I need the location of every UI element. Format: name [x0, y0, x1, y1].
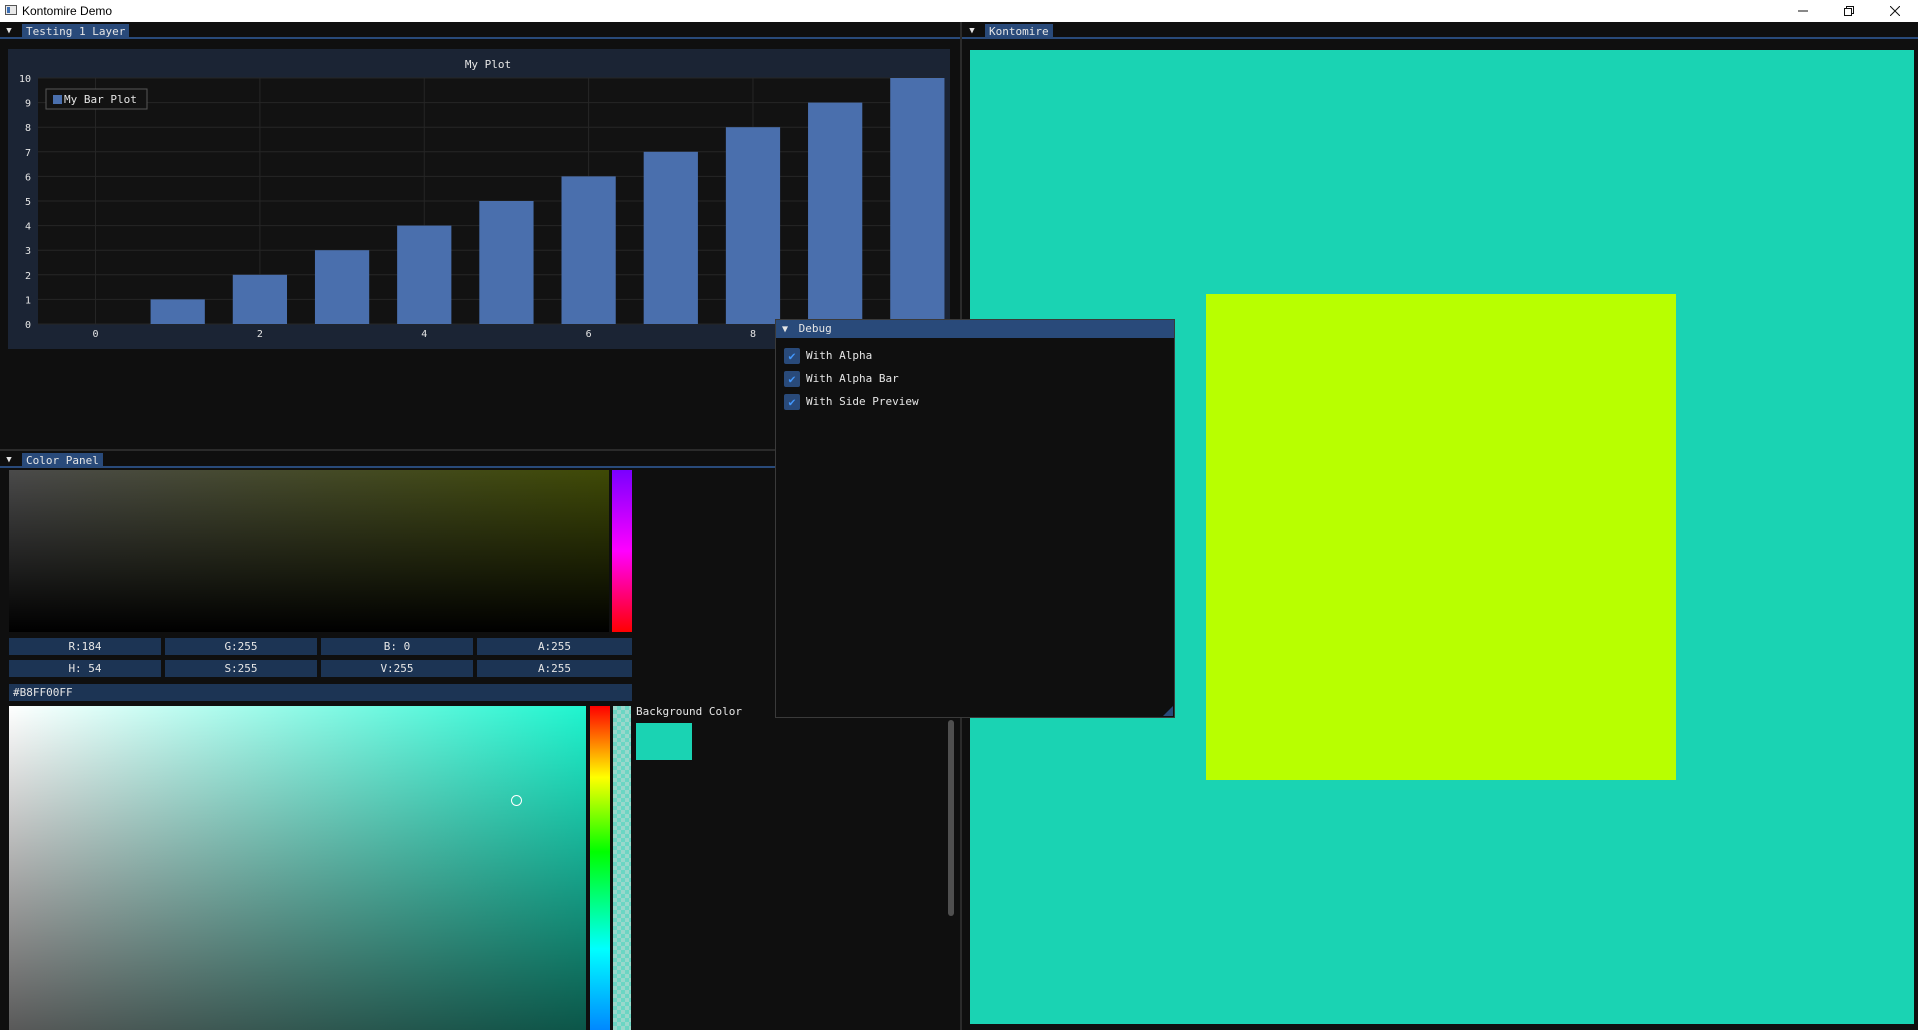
- y-tick-label: 0: [25, 320, 31, 331]
- s-field[interactable]: S:255: [165, 660, 317, 677]
- with-alpha-bar-label: With Alpha Bar: [806, 372, 899, 385]
- r-field[interactable]: R:184: [9, 638, 161, 655]
- debug-window[interactable]: ▼ Debug ✔ With Alpha ✔ With Alpha Bar ✔ …: [775, 319, 1175, 718]
- close-icon: [1890, 6, 1900, 16]
- bar[interactable]: [150, 299, 205, 324]
- y-tick-label: 1: [25, 295, 31, 306]
- bar-chart[interactable]: 0 1 2 3 4 5 6 7 8 9 10 0 2 4 6 8 My Bar Plot: [0, 0, 960, 360]
- hue-bar[interactable]: [590, 706, 610, 1030]
- x-tick-label: 6: [586, 329, 592, 340]
- hue-bar-dim[interactable]: [612, 470, 632, 632]
- kontomire-panel-tabbar: [962, 22, 1918, 39]
- with-alpha-checkbox-row[interactable]: ✔ With Alpha: [784, 346, 872, 365]
- debug-window-title: Debug: [798, 322, 832, 335]
- y-tick-label: 6: [25, 172, 31, 183]
- x-tick-label: 2: [257, 329, 263, 340]
- bar[interactable]: [397, 225, 452, 324]
- scrollbar-thumb[interactable]: [948, 720, 954, 916]
- v-field[interactable]: V:255: [321, 660, 473, 677]
- alpha-bar[interactable]: [613, 706, 631, 1030]
- y-tick-label: 7: [25, 148, 31, 159]
- sv-square[interactable]: [9, 706, 586, 1030]
- with-alpha-label: With Alpha: [806, 349, 873, 362]
- with-alpha-bar-checkbox-row[interactable]: ✔ With Alpha Bar: [784, 369, 899, 388]
- y-tick-label: 10: [19, 74, 31, 85]
- h-field[interactable]: H: 54: [9, 660, 161, 677]
- bar[interactable]: [561, 176, 616, 324]
- minimize-icon: [1798, 10, 1808, 12]
- x-tick-label: 0: [93, 329, 99, 340]
- y-tick-label: 9: [25, 99, 31, 110]
- with-side-preview-label: With Side Preview: [806, 395, 919, 408]
- debug-window-title-bar[interactable]: ▼ Debug: [776, 320, 1174, 338]
- collapse-arrow-icon[interactable]: ▼: [782, 324, 788, 335]
- resize-grip[interactable]: [1163, 706, 1173, 716]
- check-icon[interactable]: ✔: [784, 393, 800, 410]
- y-tick-label: 8: [25, 123, 31, 134]
- y-tick-label: 2: [25, 271, 31, 282]
- bar[interactable]: [232, 274, 288, 324]
- background-color-label: Background Color: [636, 705, 742, 718]
- a-field[interactable]: A:255: [477, 638, 632, 655]
- rendered-square: [1206, 294, 1676, 780]
- y-tick-label: 3: [25, 246, 31, 257]
- collapse-arrow-icon[interactable]: ▼: [966, 24, 978, 39]
- a2-field[interactable]: A:255: [477, 660, 632, 677]
- minimize-button[interactable]: [1780, 0, 1826, 22]
- tab-kontomire[interactable]: Kontomire: [985, 24, 1053, 39]
- legend-label: My Bar Plot: [64, 93, 137, 106]
- check-icon[interactable]: ✔: [784, 347, 800, 364]
- legend-swatch: [53, 95, 62, 104]
- bar[interactable]: [808, 102, 863, 324]
- sv-square-dim[interactable]: [9, 470, 609, 632]
- background-color-swatch[interactable]: [636, 723, 692, 760]
- collapse-arrow-icon[interactable]: ▼: [3, 453, 15, 468]
- y-tick-label: 4: [25, 222, 31, 233]
- bar[interactable]: [479, 201, 534, 324]
- bar[interactable]: [643, 151, 698, 324]
- x-tick-label: 8: [750, 329, 756, 340]
- with-side-preview-checkbox-row[interactable]: ✔ With Side Preview: [784, 392, 919, 411]
- restore-button[interactable]: [1826, 0, 1872, 22]
- x-tick-labels: 0 2 4 6 8: [93, 329, 756, 340]
- g-field[interactable]: G:255: [165, 638, 317, 655]
- bar[interactable]: [725, 127, 781, 324]
- bar[interactable]: [890, 78, 945, 324]
- bar[interactable]: [314, 250, 370, 324]
- b-field[interactable]: B: 0: [321, 638, 473, 655]
- check-icon[interactable]: ✔: [784, 370, 800, 387]
- legend[interactable]: My Bar Plot: [45, 88, 148, 110]
- y-tick-label: 5: [25, 197, 31, 208]
- restore-icon: [1844, 6, 1854, 16]
- close-button[interactable]: [1872, 0, 1918, 22]
- hex-field[interactable]: #B8FF00FF: [9, 684, 632, 701]
- sv-picker-cursor[interactable]: [511, 795, 522, 806]
- color-panel-tabbar: [0, 451, 776, 468]
- y-tick-labels: 0 1 2 3 4 5 6 7 8 9 10: [19, 74, 31, 331]
- tab-color-panel[interactable]: Color Panel: [22, 453, 103, 468]
- x-tick-label: 4: [421, 329, 427, 340]
